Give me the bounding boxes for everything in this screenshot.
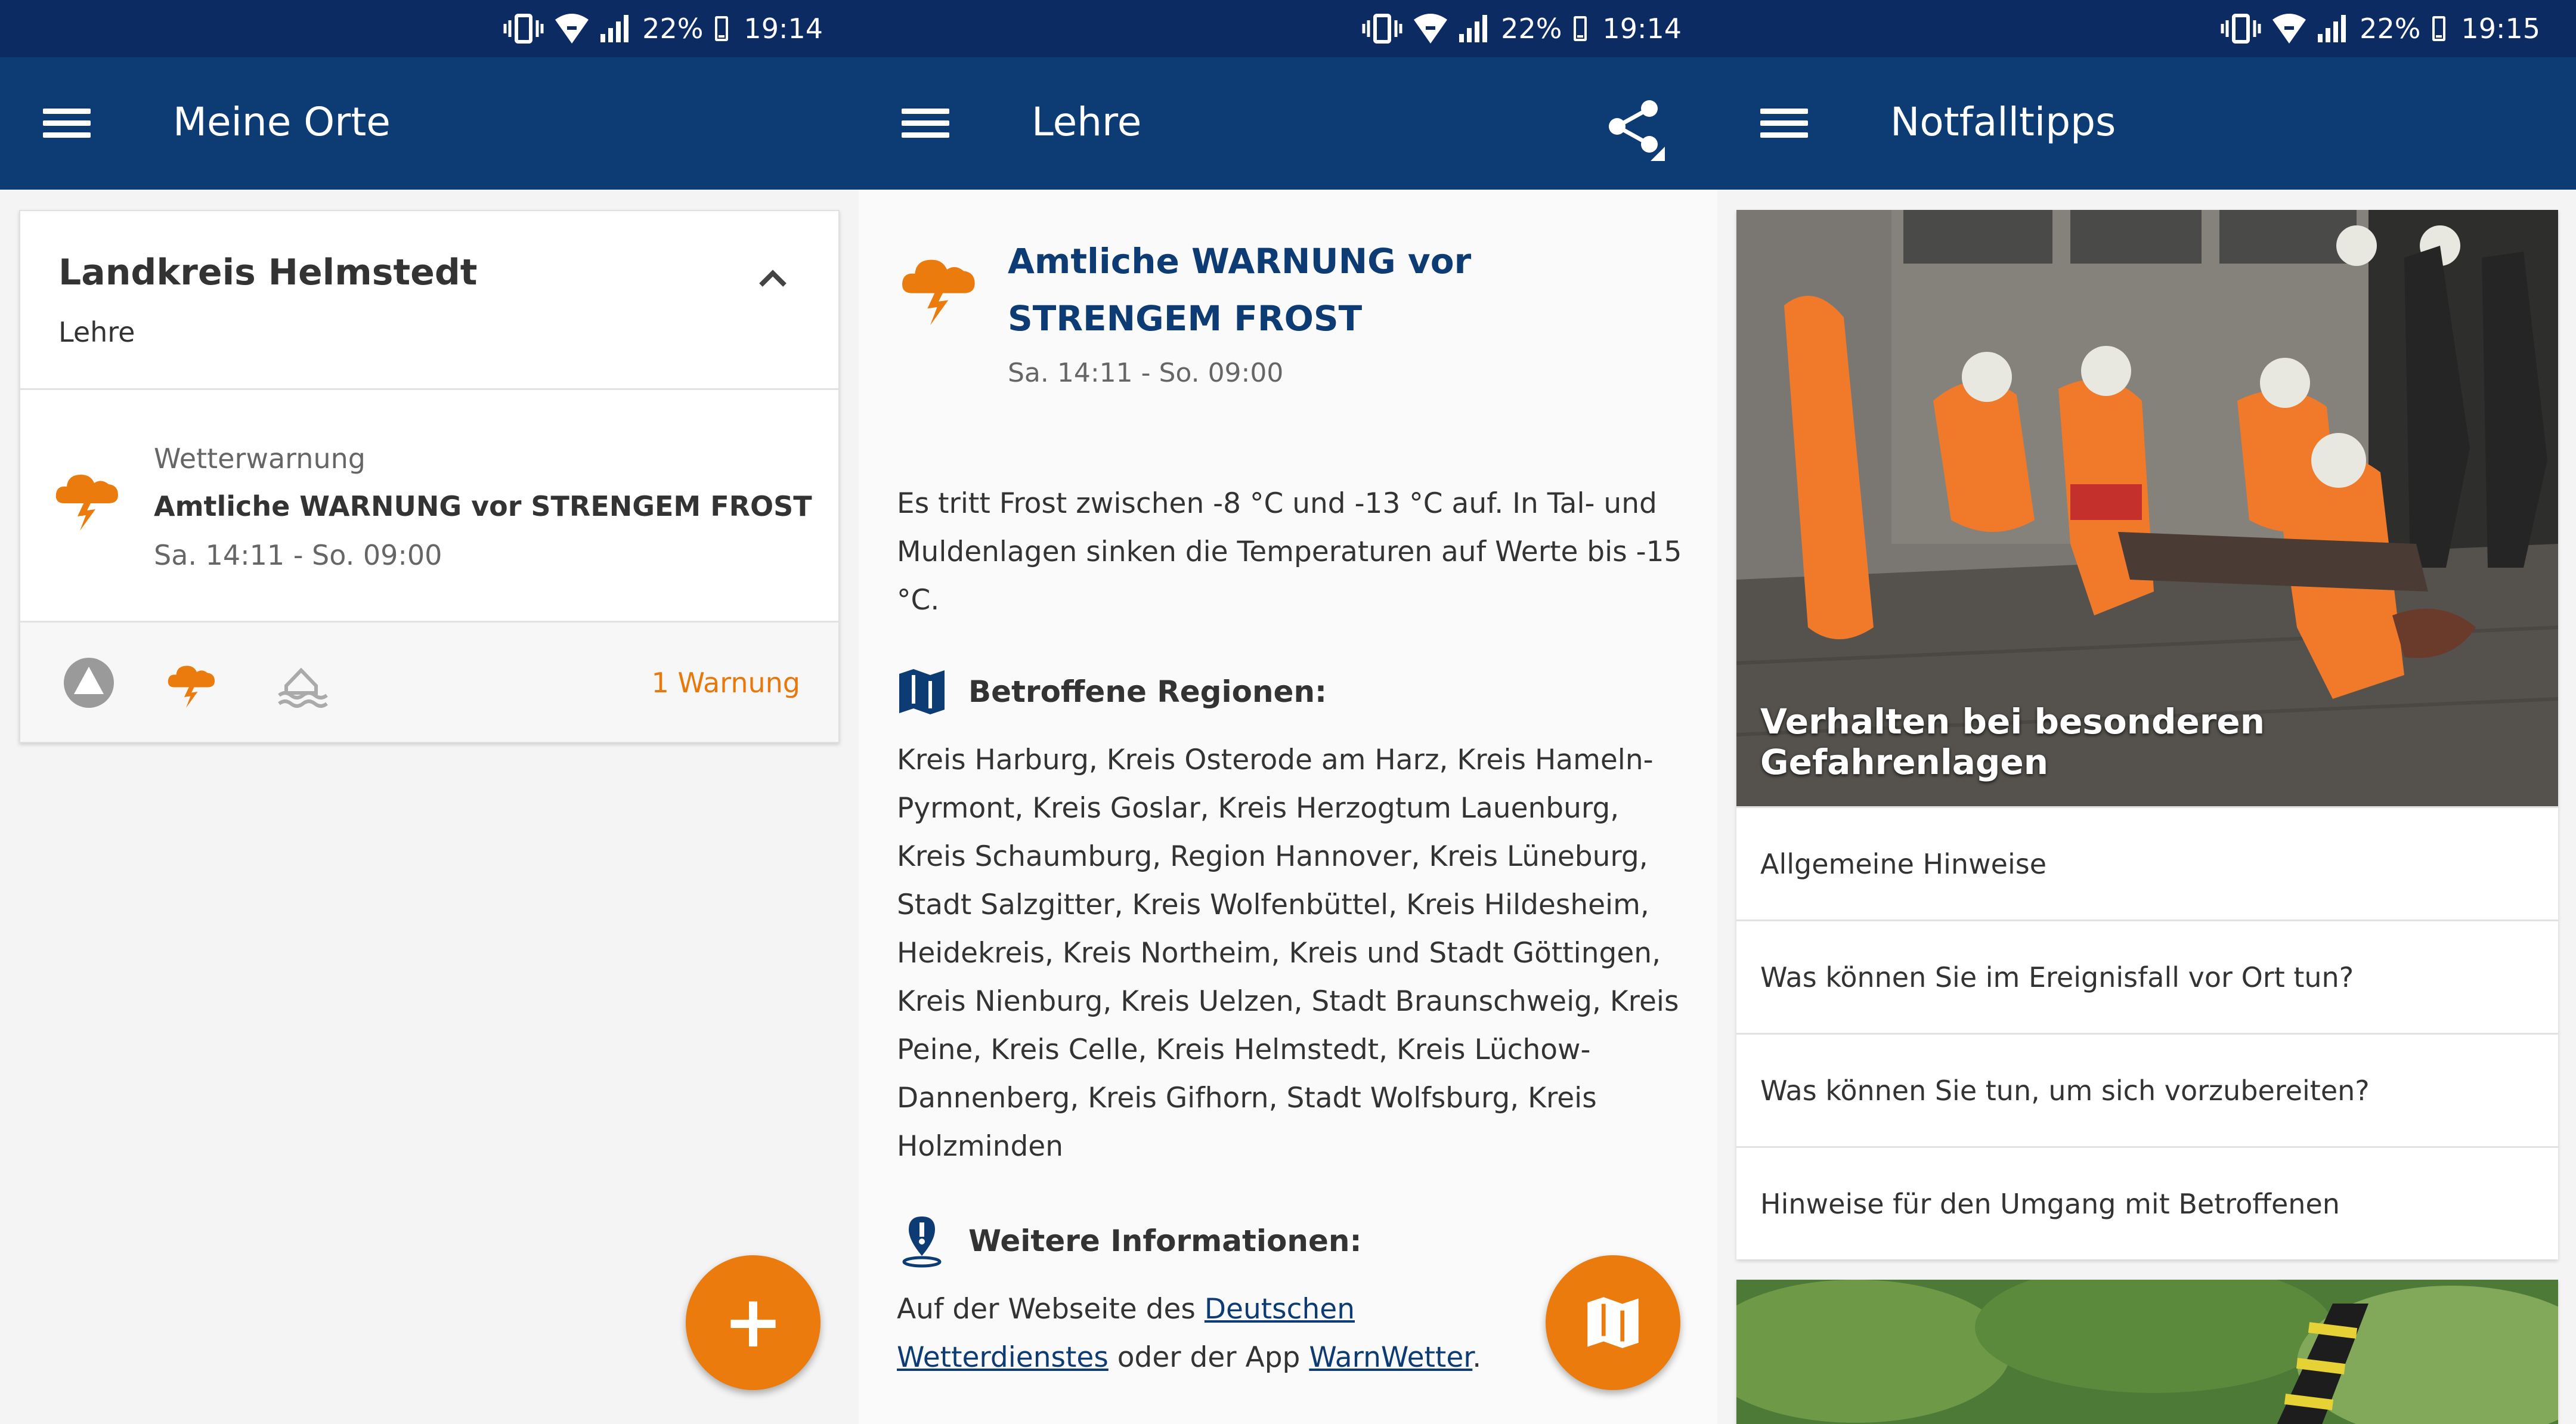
info-text-pre: Auf der Webseite des bbox=[897, 1293, 1205, 1326]
regions-heading-label: Betroffene Regionen: bbox=[968, 674, 1327, 709]
info-text-post: . bbox=[1472, 1341, 1482, 1374]
battery-percent: 22% bbox=[1501, 13, 1562, 45]
share-icon[interactable] bbox=[1598, 92, 1670, 163]
card-footer: 1 Warnung bbox=[20, 623, 838, 742]
warning-count[interactable]: 1 Warnung bbox=[652, 667, 800, 699]
tips-link-general[interactable]: Allgemeine Hinweise bbox=[1736, 806, 2558, 920]
status-bar: 22% 19:14 bbox=[859, 0, 1717, 57]
plus-icon: + bbox=[723, 1281, 784, 1364]
flood-icon[interactable] bbox=[274, 656, 328, 710]
weather-warning-icon bbox=[55, 475, 118, 531]
add-location-button[interactable]: + bbox=[686, 1255, 821, 1390]
warning-type: Wetterwarnung bbox=[154, 442, 366, 475]
app-bar: Lehre bbox=[859, 57, 1717, 190]
chevron-up-icon[interactable] bbox=[755, 261, 791, 297]
status-bar: 22% 19:15 bbox=[1717, 0, 2576, 57]
location-card: Landkreis Helmstedt Lehre Wetterwarnung … bbox=[19, 210, 840, 743]
screen-notfalltipps: 22% 19:15 Notfalltipps Verhalten bei bes… bbox=[1717, 0, 2576, 1424]
app-bar: Meine Orte bbox=[0, 57, 859, 190]
location-title: Landkreis Helmstedt bbox=[58, 252, 478, 293]
signal-icon bbox=[2318, 15, 2346, 42]
info-text: Auf der Webseite des Deutschen Wetterdie… bbox=[897, 1285, 1553, 1382]
screen-meine-orte: 22% 19:14 Meine Orte Landkreis Helmstedt… bbox=[0, 0, 859, 1424]
info-heading: Weitere Informationen: bbox=[897, 1214, 1362, 1268]
info-heading-label: Weitere Informationen: bbox=[968, 1224, 1362, 1258]
regions-heading: Betroffene Regionen: bbox=[897, 668, 1327, 716]
warnwetter-link[interactable]: WarnWetter bbox=[1309, 1341, 1472, 1374]
page-title: Notfalltipps bbox=[1890, 99, 2116, 145]
warning-title: Amtliche WARNUNG vor STRENGEM FROST bbox=[1008, 241, 1472, 339]
battery-percent: 22% bbox=[2360, 13, 2421, 45]
rescue-photo[interactable]: Verhalten bei besonderen Gefahrenlagen bbox=[1736, 210, 2558, 806]
vibrate-icon bbox=[1362, 14, 1402, 44]
clock: 19:14 bbox=[744, 13, 823, 45]
map-icon bbox=[899, 669, 945, 714]
page-title: Lehre bbox=[1032, 99, 1142, 145]
vibrate-icon bbox=[2221, 14, 2261, 44]
warning-description: Es tritt Frost zwischen -8 °C und -13 °C… bbox=[897, 487, 1682, 617]
signal-icon bbox=[600, 15, 629, 42]
signal-icon bbox=[1459, 15, 1488, 42]
tips-link-on-site[interactable]: Was können Sie im Ereignisfall vor Ort t… bbox=[1736, 920, 2558, 1033]
clock: 19:14 bbox=[1602, 13, 1682, 45]
info-text-mid: oder der App bbox=[1108, 1341, 1309, 1374]
nature-scene-illustration bbox=[1736, 1280, 2558, 1424]
screen-warning-detail: 22% 19:14 Lehre Amtliche WARNUNG vor STR… bbox=[859, 0, 1717, 1424]
page-title: Meine Orte bbox=[173, 99, 391, 145]
warning-triangle-icon[interactable] bbox=[62, 656, 116, 710]
warning-time: Sa. 14:11 - So. 09:00 bbox=[1008, 358, 1284, 388]
location-subtitle: Lehre bbox=[58, 316, 135, 348]
battery-icon bbox=[1574, 16, 1587, 41]
warning-title: Amtliche WARNUNG vor STRENGEM FROST bbox=[154, 490, 812, 522]
warning-list-item[interactable]: Wetterwarnung Amtliche WARNUNG vor STREN… bbox=[20, 390, 838, 623]
info-pin-icon bbox=[902, 1216, 942, 1268]
map-button[interactable] bbox=[1546, 1255, 1680, 1390]
vibrate-icon bbox=[503, 14, 544, 44]
weather-warning-icon[interactable] bbox=[165, 656, 218, 710]
tips-link-prepare[interactable]: Was können Sie tun, um sich vorzubereite… bbox=[1736, 1033, 2558, 1146]
battery-icon bbox=[2432, 16, 2446, 41]
tips-card: Verhalten bei besonderen Gefahrenlagen A… bbox=[1736, 210, 2558, 1259]
location-card-header[interactable]: Landkreis Helmstedt Lehre bbox=[20, 211, 838, 390]
second-tips-photo[interactable] bbox=[1736, 1280, 2558, 1424]
wifi-icon bbox=[1414, 14, 1448, 44]
battery-percent: 22% bbox=[642, 13, 704, 45]
status-bar: 22% 19:14 bbox=[0, 0, 859, 57]
map-icon bbox=[1587, 1297, 1639, 1348]
regions-list: Kreis Harburg, Kreis Osterode am Harz, K… bbox=[897, 744, 1679, 1163]
menu-icon[interactable] bbox=[1760, 104, 1808, 143]
tips-link-affected[interactable]: Hinweise für den Umgang mit Betroffenen bbox=[1736, 1146, 2558, 1259]
menu-icon[interactable] bbox=[902, 104, 949, 143]
wifi-icon bbox=[2272, 14, 2306, 44]
wifi-icon bbox=[555, 14, 589, 44]
battery-icon bbox=[715, 16, 729, 41]
warning-time: Sa. 14:11 - So. 09:00 bbox=[154, 539, 442, 571]
menu-icon[interactable] bbox=[43, 104, 91, 143]
photo-caption: Verhalten bei besonderen Gefahrenlagen bbox=[1760, 701, 2265, 782]
app-bar: Notfalltipps bbox=[1717, 57, 2576, 190]
clock: 19:15 bbox=[2461, 13, 2540, 45]
weather-warning-icon bbox=[902, 259, 975, 326]
